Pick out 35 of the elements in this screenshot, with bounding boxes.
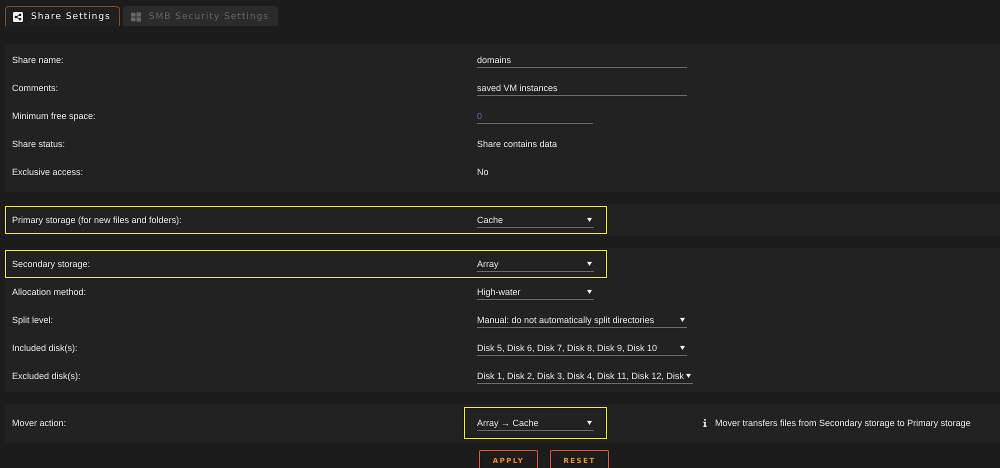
field-label: Share name: [12,55,65,65]
caret-icon [587,289,592,294]
field-label: Share status: [12,139,66,149]
dropdown[interactable]: High-water [477,284,594,300]
dropdown[interactable]: Array [477,256,594,272]
field-value: Share contains data [477,139,558,149]
info-icon [703,419,707,427]
share-icon [13,12,23,22]
windows-icon [130,12,141,22]
field-label: Secondary storage: [12,259,92,269]
dropdown[interactable]: Disk 1, Disk 2, Disk 3, Disk 4, Disk 11, Disk 12, Disk [477,368,693,384]
caret-icon [680,317,685,322]
caret-icon [587,420,592,425]
field-label: Minimum free space: [12,111,97,121]
input-field[interactable]: saved VM instances [477,80,687,96]
dropdown[interactable]: Disk 5, Disk 6, Disk 7, Disk 8, Disk 9, Disk 10 [477,340,687,356]
field-label: Allocation method: [12,287,88,297]
field-label: Mover action: [12,418,68,428]
field-label: Split level: [12,315,54,325]
field-label: Exclusive access: [12,167,84,177]
tab[interactable]: Share Settings [5,6,120,26]
dropdown[interactable]: Cache [477,212,594,228]
field-label: Comments: [12,83,60,93]
field-label: Excluded disk(s): [12,371,82,381]
caret-icon [587,217,592,222]
field-label: Primary storage (for new files and folders): [12,215,183,225]
caret-icon [587,261,592,266]
input-field[interactable]: domains [477,52,687,68]
caret-icon [680,345,685,350]
help-text: Mover transfers files from Secondary storage to Primary storage [715,418,971,428]
dropdown[interactable]: Array → Cache [477,415,594,431]
field-label: Included disk(s): [12,343,79,353]
dropdown[interactable]: Manual: do not automatically split directories [477,312,687,328]
field-value: No [477,167,489,177]
caret-icon [686,373,691,378]
